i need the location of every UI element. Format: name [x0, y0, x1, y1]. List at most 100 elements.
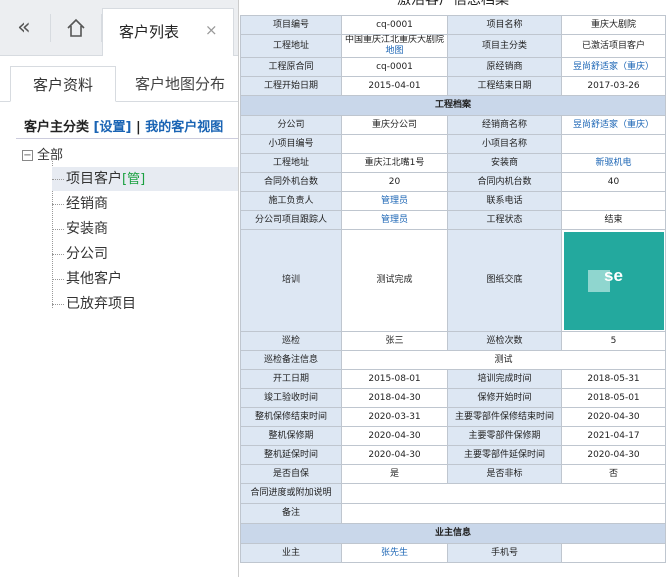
section-header: 业主信息	[240, 523, 666, 544]
section-header: 工程档案	[240, 95, 666, 116]
installer-link[interactable]: 新驱机电	[561, 153, 666, 173]
field-label: 合同内机台数	[447, 172, 562, 192]
tree-item-distributor[interactable]: 经销商	[52, 192, 238, 216]
table-row: 巡检 张三 巡检次数 5	[240, 331, 666, 351]
field-label: 工程地址	[240, 34, 342, 58]
archive-table: 项目编号 cq-0001 项目名称 重庆大剧院 工程地址 中国重庆江北重庆大剧院…	[240, 15, 666, 563]
collapse-toggle-icon[interactable]: −	[22, 150, 33, 161]
table-row: 小项目编号 小项目名称	[240, 134, 666, 154]
field-value: 测试完成	[341, 229, 448, 332]
field-label: 培训完成时间	[447, 369, 562, 389]
field-value: 2018-05-31	[561, 369, 666, 389]
field-label: 合同外机台数	[240, 172, 342, 192]
tree-root-all[interactable]: − 全部	[22, 144, 63, 164]
table-row: 工程地址 中国重庆江北重庆大剧院 地图 项目主分类 已激活项目客户	[240, 34, 666, 58]
field-label: 工程原合同	[240, 57, 342, 77]
field-label: 备注	[240, 503, 342, 524]
field-label: 工程结束日期	[447, 76, 562, 96]
field-value: 2020-04-30	[341, 426, 448, 446]
table-row: 工程开始日期 2015-04-01 工程结束日期 2017-03-26	[240, 76, 666, 96]
table-row: 是否自保 是 是否非标 否	[240, 464, 666, 484]
sub-tabs: 客户资料 客户地图分布	[0, 66, 238, 102]
heading-separator: |	[135, 120, 141, 135]
field-label: 开工日期	[240, 369, 342, 389]
field-value	[561, 134, 666, 154]
distributor-link[interactable]: 昱尚舒适家（重庆）	[561, 57, 666, 77]
field-value: 40	[561, 172, 666, 192]
field-label: 培训	[240, 229, 342, 332]
app-window: « 客户列表 × 客户资料 客户地图分布 客户主分类 [设置] | 我的客户视图…	[0, 0, 666, 577]
settings-link[interactable]: [设置]	[94, 120, 132, 135]
field-label: 工程状态	[447, 210, 562, 230]
category-heading: 客户主分类 [设置] | 我的客户视图	[24, 116, 223, 135]
field-value: 2018-04-30	[341, 388, 448, 408]
my-customer-view-link[interactable]: 我的客户视图	[145, 120, 223, 135]
field-value: cq-0001	[341, 57, 448, 77]
tree-root-label: 全部	[37, 148, 64, 163]
field-value: 2020-03-31	[341, 407, 448, 427]
field-label: 合同进度或附加说明	[240, 483, 342, 504]
table-row: 备注	[240, 503, 666, 524]
table-row: 巡检备注信息 测试	[240, 350, 666, 370]
field-label: 项目编号	[240, 15, 342, 35]
field-label: 是否自保	[240, 464, 342, 484]
section-engineering-title: 工程档案	[240, 95, 666, 116]
table-row: 分公司 重庆分公司 经销商名称 昱尚舒适家（重庆）	[240, 115, 666, 135]
field-label: 巡检	[240, 331, 342, 351]
top-tab-bar: « 客户列表 ×	[0, 0, 238, 56]
map-link[interactable]: 地图	[385, 46, 403, 56]
close-icon[interactable]: ×	[205, 21, 218, 39]
tree-item-installer[interactable]: 安装商	[52, 217, 238, 241]
drawing-thumbnail-image[interactable]: se	[564, 231, 664, 330]
tab-customer-list[interactable]: 客户列表 ×	[102, 8, 234, 56]
field-value: 2021-04-17	[561, 426, 666, 446]
tab-customer-map[interactable]: 客户地图分布	[122, 66, 238, 102]
distributor-link[interactable]: 昱尚舒适家（重庆）	[561, 115, 666, 135]
field-label: 经销商名称	[447, 115, 562, 135]
field-label: 小项目名称	[447, 134, 562, 154]
field-label: 主要零部件保修结束时间	[447, 407, 562, 427]
field-value: 结束	[561, 210, 666, 230]
tab-customer-profile[interactable]: 客户资料	[10, 66, 116, 102]
field-value: 2020-04-30	[341, 445, 448, 465]
field-label: 分公司	[240, 115, 342, 135]
double-chevron-left-icon[interactable]: «	[10, 14, 38, 42]
tree-item-project-customer[interactable]: 项目客户[管]	[52, 167, 238, 191]
field-value: 2020-04-30	[561, 407, 666, 427]
field-label: 巡检次数	[447, 331, 562, 351]
thumbnail-text: se	[604, 265, 623, 285]
table-row: 合同进度或附加说明	[240, 483, 666, 504]
table-row: 培训 测试完成 图纸交底 se	[240, 229, 666, 332]
field-label: 手机号	[447, 543, 562, 563]
field-label: 整机延保时间	[240, 445, 342, 465]
tree-item-other[interactable]: 其他客户	[52, 267, 238, 291]
field-value: 重庆分公司	[341, 115, 448, 135]
tree-item-abandoned[interactable]: 已放弃项目	[52, 292, 238, 316]
tree-item-branch[interactable]: 分公司	[52, 242, 238, 266]
left-panel: « 客户列表 × 客户资料 客户地图分布 客户主分类 [设置] | 我的客户视图…	[0, 0, 238, 577]
field-label: 项目主分类	[447, 34, 562, 58]
owner-link[interactable]: 张先生	[341, 543, 448, 563]
drawing-photo-cell[interactable]: se	[561, 229, 666, 332]
field-label: 联系电话	[447, 191, 562, 211]
field-value	[561, 543, 666, 563]
manager-link[interactable]: 管理员	[341, 191, 448, 211]
field-label: 图纸交底	[447, 229, 562, 332]
table-row: 竣工验收时间 2018-04-30 保修开始时间 2018-05-01	[240, 388, 666, 408]
field-label: 整机保修结束时间	[240, 407, 342, 427]
tab-label: 客户列表	[119, 23, 180, 41]
field-label: 整机保修期	[240, 426, 342, 446]
field-value: 测试	[341, 350, 666, 370]
archive-panel: 激活客户信息档案 项目编号 cq-0001 项目名称 重庆大剧院 工程地址 中国…	[238, 0, 666, 577]
table-row: 项目编号 cq-0001 项目名称 重庆大剧院	[240, 15, 666, 35]
field-label: 安装商	[447, 153, 562, 173]
table-row: 开工日期 2015-08-01 培训完成时间 2018-05-31	[240, 369, 666, 389]
home-icon[interactable]	[50, 14, 102, 42]
field-value	[341, 134, 448, 154]
field-label: 主要零部件延保时间	[447, 445, 562, 465]
field-label: 业主	[240, 543, 342, 563]
category-heading-label: 客户主分类	[24, 120, 90, 135]
field-label: 分公司项目跟踪人	[240, 210, 342, 230]
tracker-link[interactable]: 管理员	[341, 210, 448, 230]
table-row: 合同外机台数 20 合同内机台数 40	[240, 172, 666, 192]
